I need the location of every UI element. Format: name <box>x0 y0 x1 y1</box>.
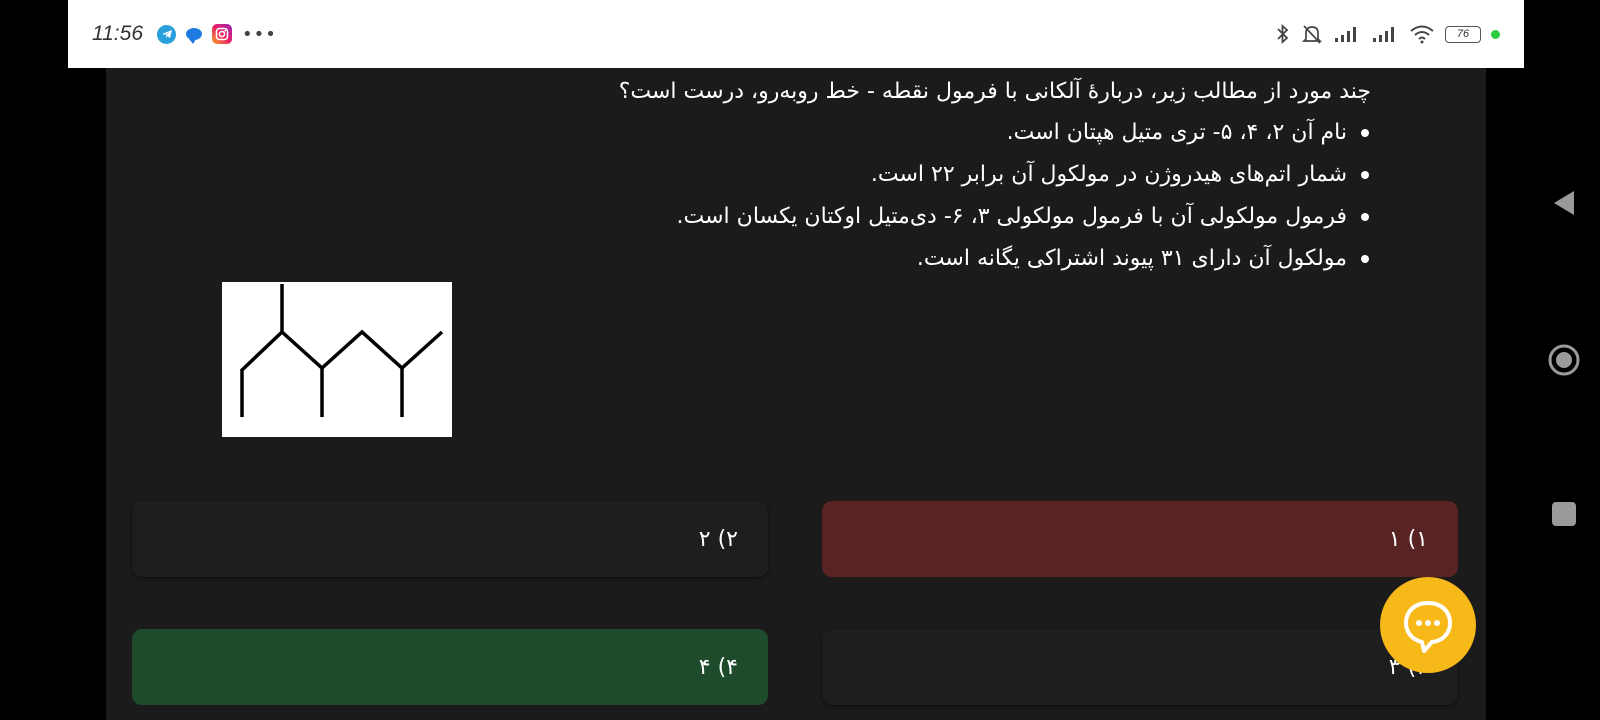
wifi-icon <box>1409 24 1435 44</box>
statement-item: مولکول آن دارای ۳۱ پیوند اشتراکی یگانه ا… <box>471 238 1369 280</box>
more-notifications-icon: ••• <box>242 23 277 45</box>
statement-item: شمار اتم‌های هیدروژن در مولکول آن برابر … <box>471 154 1369 196</box>
mute-bell-icon <box>1301 23 1323 45</box>
home-icon <box>1548 344 1580 376</box>
status-bar-right: 76 <box>1275 23 1500 45</box>
signal-icon <box>1371 25 1399 43</box>
recents-button[interactable] <box>1546 496 1582 532</box>
telegram-icon <box>157 24 176 44</box>
chat-bubble-icon <box>1404 601 1452 653</box>
battery-icon: 76 <box>1445 25 1481 43</box>
back-icon <box>1554 191 1574 215</box>
answer-option-label: ۲) ۲ <box>698 526 738 552</box>
status-bar-left: 11:56 ••• <box>92 22 277 46</box>
statement-text: مولکول آن دارای ۳۱ پیوند اشتراکی یگانه ا… <box>916 246 1347 271</box>
question-block: چند مورد از مطالب زیر، دربارهٔ آلکانی با… <box>471 74 1371 280</box>
home-button[interactable] <box>1546 342 1582 378</box>
bullet-icon <box>1361 213 1369 221</box>
statement-text: شمار اتم‌های هیدروژن در مولکول آن برابر … <box>870 162 1347 187</box>
recents-icon <box>1552 502 1576 526</box>
statement-text: فرمول مولکولی آن با فرمول مولکولی ۳، ۶- … <box>676 204 1347 229</box>
charging-dot <box>1491 29 1500 39</box>
answer-option-3[interactable]: ۳) ۳ <box>822 629 1458 705</box>
answer-option-2[interactable]: ۲) ۲ <box>132 501 768 577</box>
chat-support-button[interactable] <box>1380 577 1476 673</box>
statement-list: نام آن ۲، ۴، ۵- تری متیل هپتان است. شمار… <box>471 112 1371 280</box>
instagram-icon <box>212 24 232 44</box>
answer-option-1[interactable]: ۱) ۱ <box>822 501 1458 577</box>
bullet-icon <box>1361 255 1369 263</box>
skeletal-formula-image <box>222 282 452 437</box>
statement-item: فرمول مولکولی آن با فرمول مولکولی ۳، ۶- … <box>471 196 1369 238</box>
message-bubble-icon <box>186 28 202 44</box>
answer-option-4[interactable]: ۴) ۴ <box>132 629 768 705</box>
answer-option-label: ۱) ۱ <box>1388 526 1428 552</box>
statement-item: نام آن ۲، ۴، ۵- تری متیل هپتان است. <box>471 112 1369 154</box>
status-bar: 11:56 ••• 76 <box>68 0 1524 68</box>
navigation-bar <box>1524 0 1600 720</box>
answer-option-label: ۴) ۴ <box>698 654 738 680</box>
screen: 11:56 ••• 76 چند مورد از مطالب زیر، دربا… <box>0 0 1600 720</box>
question-title: چند مورد از مطالب زیر، دربارهٔ آلکانی با… <box>618 79 1371 104</box>
statement-text: نام آن ۲، ۴، ۵- تری متیل هپتان است. <box>1006 120 1347 145</box>
bullet-icon <box>1361 171 1369 179</box>
bluetooth-icon <box>1275 23 1291 45</box>
back-button[interactable] <box>1546 185 1582 221</box>
bullet-icon <box>1361 129 1369 137</box>
clock: 11:56 <box>92 22 143 45</box>
question-page: چند مورد از مطالب زیر، دربارهٔ آلکانی با… <box>106 68 1486 720</box>
signal-icon <box>1333 25 1361 43</box>
